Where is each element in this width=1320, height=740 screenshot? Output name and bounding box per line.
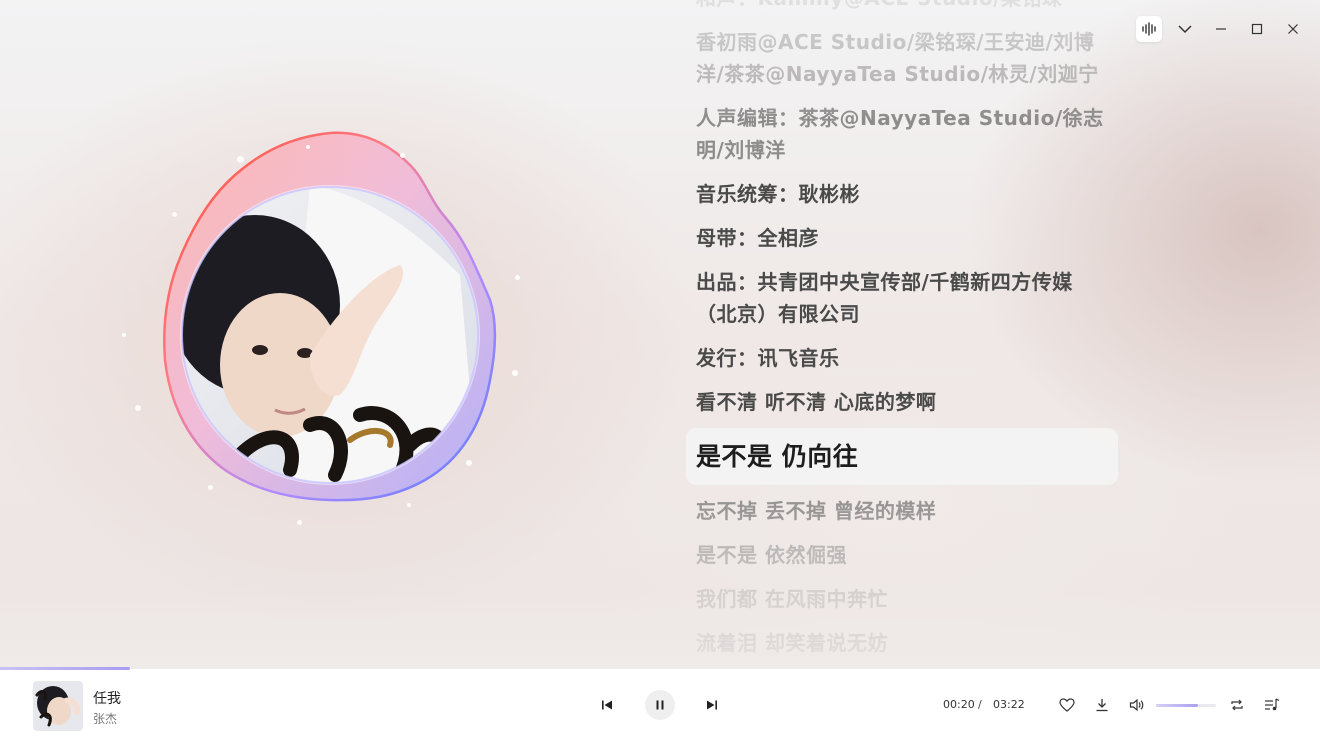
particle <box>512 370 518 376</box>
previous-track-button[interactable] <box>597 695 617 715</box>
lyric-line[interactable]: 音乐统筹：耿彬彬 <box>686 172 1118 216</box>
particle <box>306 145 310 149</box>
skip-next-icon <box>707 700 717 710</box>
repeat-mode-button[interactable] <box>1227 695 1247 715</box>
maximize-icon[interactable] <box>1244 16 1270 42</box>
particle <box>135 405 141 411</box>
download-icon <box>1096 699 1108 712</box>
lyric-line[interactable]: 出品：共青团中央宣传部/千鹤新四方传媒（北京）有限公司 <box>686 260 1118 336</box>
particle <box>466 460 472 466</box>
lyric-line[interactable]: 忘不掉 丢不掉 曾经的模样 <box>686 489 1118 533</box>
player-bar: 任我 张杰 00:20 / 03:22 <box>0 667 1320 740</box>
lyric-line[interactable]: 看不清 听不清 心底的梦啊 <box>686 380 1118 424</box>
minimize-icon[interactable] <box>1208 16 1234 42</box>
lyric-line[interactable]: 人声编辑：茶茶@NayyaTea Studio/徐志明/刘博洋 <box>686 96 1118 172</box>
heart-icon <box>1059 698 1075 712</box>
volume-button[interactable] <box>1127 695 1147 715</box>
lyric-line[interactable]: 母带：全相彦 <box>686 216 1118 260</box>
current-time: 00:20 <box>943 698 975 711</box>
download-button[interactable] <box>1092 695 1112 715</box>
next-track-button[interactable] <box>702 695 722 715</box>
volume-slider[interactable] <box>1156 704 1216 707</box>
particle <box>400 153 405 158</box>
particle <box>407 503 411 507</box>
particle <box>297 520 302 525</box>
progress-track[interactable] <box>0 667 1320 670</box>
play-pause-button[interactable] <box>645 690 675 720</box>
lyric-line[interactable]: 发行：讯飞音乐 <box>686 336 1118 380</box>
album-disc <box>122 125 520 525</box>
particle <box>515 275 520 280</box>
skip-previous-icon <box>602 700 612 710</box>
lyric-line-current[interactable]: 是不是 仍向往 <box>686 428 1118 485</box>
total-duration: 03:22 <box>993 698 1025 711</box>
window-controls <box>1136 16 1306 42</box>
particle <box>122 333 126 337</box>
lyric-line[interactable]: 流着泪 却笑着说无妨 <box>686 621 1118 665</box>
volume-icon <box>1129 698 1144 712</box>
song-artist[interactable]: 张杰 <box>93 710 117 727</box>
time-separator: / <box>978 698 982 711</box>
chevron-down-icon[interactable] <box>1172 16 1198 42</box>
song-title[interactable]: 任我 <box>93 688 121 708</box>
lyric-line[interactable]: 和声：Kammy@ACE Studio/梁铭琛 <box>686 0 1118 20</box>
volume-fill <box>1156 704 1198 707</box>
like-button[interactable] <box>1057 695 1077 715</box>
lyrics-panel[interactable]: 和声：Kammy@ACE Studio/梁铭琛香初雨@ACE Studio/梁铭… <box>686 0 1118 668</box>
lyric-line[interactable]: 我们都 在风雨中奔忙 <box>686 577 1118 621</box>
pause-icon <box>656 700 664 710</box>
waveform-ring <box>163 131 497 502</box>
close-icon[interactable] <box>1280 16 1306 42</box>
lyric-line[interactable]: 香初雨@ACE Studio/梁铭琛/王安迪/刘博洋/茶茶@NayyaTea S… <box>686 20 1118 96</box>
playlist-button[interactable] <box>1262 695 1282 715</box>
particle <box>172 212 177 217</box>
repeat-icon <box>1231 699 1243 711</box>
progress-fill <box>0 667 131 670</box>
album-thumbnail[interactable] <box>33 681 83 731</box>
playlist-icon <box>1265 698 1280 711</box>
particle <box>237 156 244 163</box>
particle <box>208 485 213 490</box>
lyrics-list: 和声：Kammy@ACE Studio/梁铭琛香初雨@ACE Studio/梁铭… <box>686 0 1118 665</box>
audio-wave-icon[interactable] <box>1136 16 1162 42</box>
lyric-line[interactable]: 是不是 依然倔强 <box>686 533 1118 577</box>
